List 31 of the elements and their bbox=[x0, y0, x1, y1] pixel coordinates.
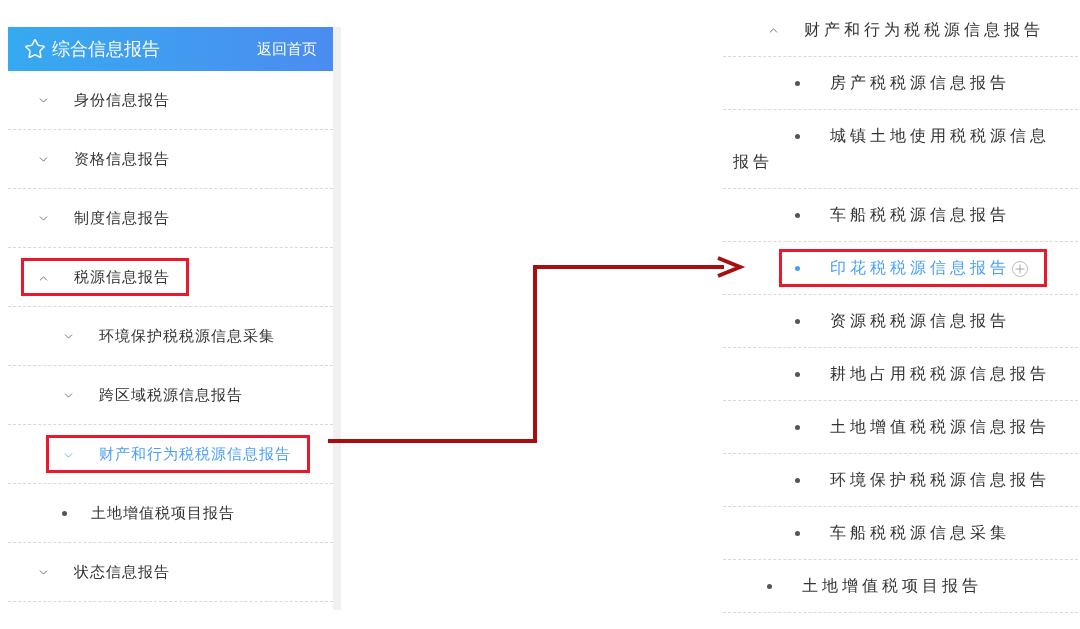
menu-item-label[interactable]: 资源税税源信息报告 bbox=[733, 308, 1058, 334]
menu-item-label[interactable]: 财产和行为税税源信息报告 bbox=[733, 17, 1058, 43]
bullet-icon bbox=[795, 212, 800, 218]
menu-item-label[interactable]: 环境保护税税源信息报告 bbox=[733, 467, 1058, 493]
menu-item-label[interactable]: 车船税税源信息采集 bbox=[733, 520, 1058, 546]
menu-item-label[interactable]: 土地增值税税源信息报告 bbox=[733, 414, 1058, 440]
bullet-icon bbox=[62, 510, 67, 516]
bullet-icon bbox=[795, 371, 800, 377]
menu-item-label[interactable]: 房产税税源信息报告 bbox=[733, 70, 1058, 96]
menu-item-label[interactable]: 状态信息报告 bbox=[16, 559, 333, 585]
menu-item-label[interactable]: 身份信息报告 bbox=[16, 87, 333, 113]
bullet-icon bbox=[795, 133, 800, 139]
panel-title: 综合信息报告 bbox=[52, 37, 160, 61]
bullet-icon bbox=[767, 583, 772, 589]
menu-item-label[interactable]: 制度信息报告 bbox=[16, 205, 333, 231]
menu-item-label[interactable]: 土地增值税项目报告 bbox=[733, 573, 1058, 599]
star-icon[interactable] bbox=[24, 38, 46, 60]
bullet-icon bbox=[795, 530, 800, 536]
bullet-icon bbox=[795, 318, 800, 324]
menu-item-label[interactable]: 城镇土地使用税税源信息报告 bbox=[733, 123, 1058, 175]
menu-item-label[interactable]: 资格信息报告 bbox=[16, 146, 333, 172]
menu-item-label[interactable]: 税源信息报告 bbox=[74, 268, 170, 285]
bullet-icon bbox=[795, 477, 800, 483]
menu-item-label[interactable]: 环境保护税税源信息采集 bbox=[16, 323, 333, 349]
menu-item-label[interactable]: 耕地占用税税源信息报告 bbox=[733, 361, 1058, 387]
menu-item-label[interactable]: 土地增值税项目报告 bbox=[16, 500, 333, 526]
menu-item-label[interactable]: 车船税税源信息报告 bbox=[733, 202, 1058, 228]
bullet-icon bbox=[795, 80, 800, 86]
menu-item-label[interactable]: 跨区域税源信息报告 bbox=[16, 382, 333, 408]
bullet-icon bbox=[795, 424, 800, 430]
bullet-icon bbox=[795, 266, 800, 272]
